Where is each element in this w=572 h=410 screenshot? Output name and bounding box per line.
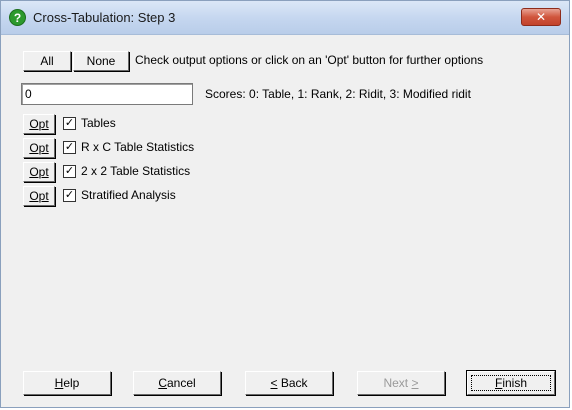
cancel-button[interactable]: Cancel: [133, 371, 221, 395]
title-bar: ? Cross-Tabulation: Step 3 ✕: [1, 1, 569, 35]
help-question-icon: ?: [9, 9, 26, 26]
scores-label: Scores: 0: Table, 1: Rank, 2: Ridit, 3: …: [205, 87, 471, 101]
checkbox-rxc[interactable]: ✓: [63, 141, 76, 154]
help-button[interactable]: Help: [23, 371, 111, 395]
option-label-rxc: R x C Table Statistics: [81, 140, 195, 154]
checkbox-stratified[interactable]: ✓: [63, 189, 76, 202]
option-label-2x2: 2 x 2 Table Statistics: [81, 164, 191, 178]
opt-button-stratified[interactable]: Opt: [23, 186, 55, 206]
window-title: Cross-Tabulation: Step 3: [33, 10, 176, 25]
back-button[interactable]: < Back: [245, 371, 333, 395]
instruction-text: Check output options or click on an 'Opt…: [135, 53, 484, 67]
option-label-tables: Tables: [81, 116, 116, 130]
checkbox-2x2[interactable]: ✓: [63, 165, 76, 178]
focus-ring: [471, 375, 551, 391]
dialog-body: All None Check output options or click o…: [7, 35, 563, 401]
all-button-label: All: [40, 54, 54, 68]
opt-button-rxc[interactable]: Opt: [23, 138, 55, 158]
all-button[interactable]: All: [23, 51, 71, 71]
finish-button[interactable]: Finish: [467, 371, 555, 395]
none-button-label: None: [86, 54, 116, 68]
none-button[interactable]: None: [73, 51, 129, 71]
close-icon: ✕: [535, 10, 547, 24]
cross-tabulation-dialog: ? Cross-Tabulation: Step 3 ✕ All None Ch…: [0, 0, 570, 408]
opt-button-2x2[interactable]: Opt: [23, 162, 55, 182]
close-button[interactable]: ✕: [521, 8, 561, 26]
next-button[interactable]: Next >: [357, 371, 445, 395]
opt-button-tables[interactable]: Opt: [23, 114, 55, 134]
option-label-stratified: Stratified Analysis: [81, 188, 176, 202]
scores-input[interactable]: 0: [21, 83, 193, 105]
checkbox-tables[interactable]: ✓: [63, 117, 76, 130]
